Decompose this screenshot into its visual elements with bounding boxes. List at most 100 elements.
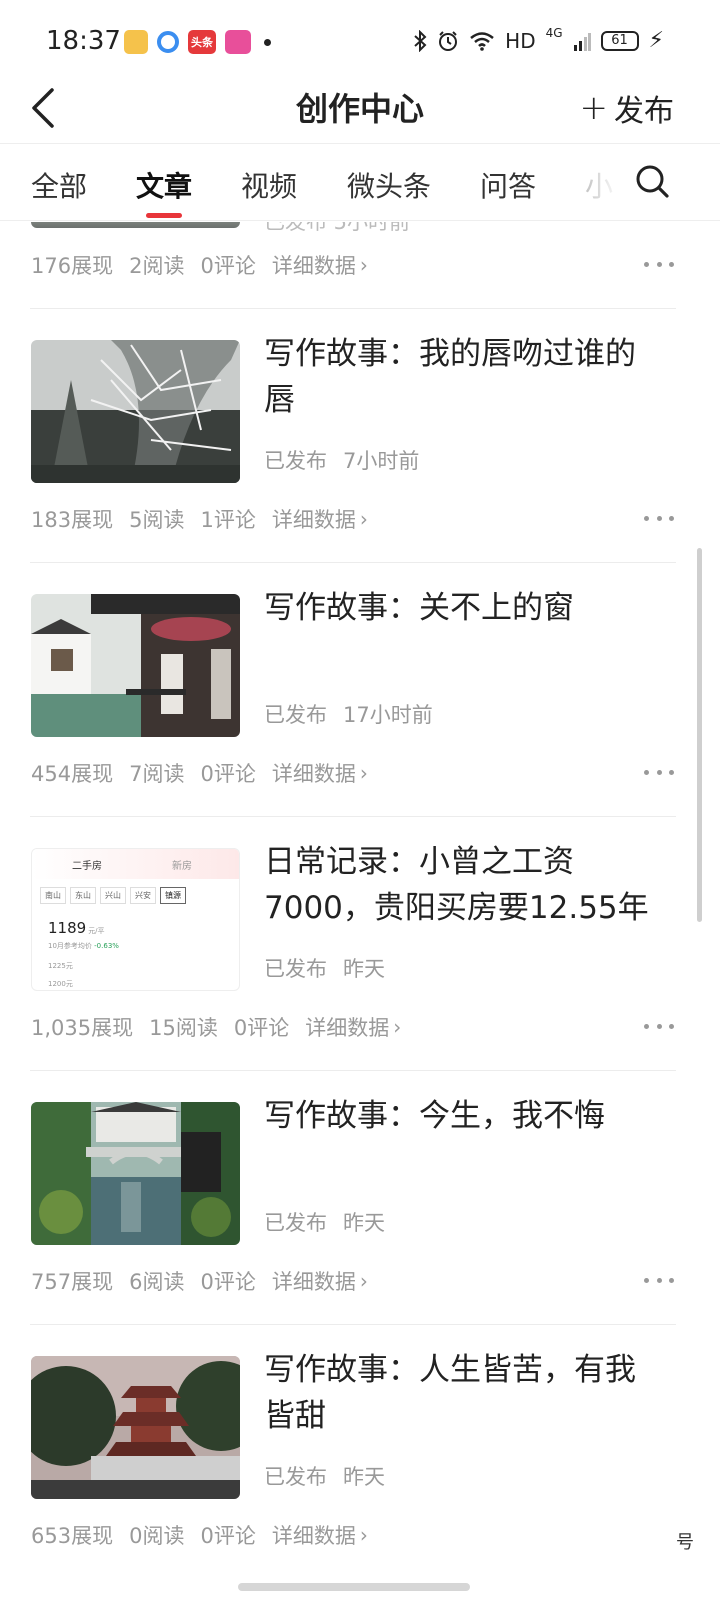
article-status: 已发布 昨天 — [264, 1461, 385, 1491]
views-count: 1,035展现 — [31, 1016, 134, 1040]
more-options-icon[interactable] — [644, 516, 674, 524]
article-status: 已发布 昨天 — [264, 1207, 385, 1237]
publish-time: 昨天 — [343, 957, 385, 981]
article-thumbnail — [31, 1356, 240, 1499]
reads-count: 2阅读 — [129, 254, 185, 278]
chevron-right-icon: › — [359, 761, 368, 785]
signal-icon — [573, 32, 591, 51]
battery-icon: 61 — [600, 30, 639, 51]
article-thumbnail — [31, 340, 240, 483]
detail-data-link[interactable]: 详细数据 › — [272, 1266, 368, 1296]
detail-data-link[interactable]: 详细数据 › — [272, 758, 368, 788]
views-count: 757展现 — [31, 1270, 114, 1294]
article-thumbnail — [31, 594, 240, 737]
snowy-trees-photo-icon — [31, 340, 240, 483]
article-stats: 176展现 2阅读 0评论 详细数据 › — [31, 250, 368, 280]
detail-data-link[interactable]: 详细数据 › — [305, 1012, 401, 1042]
status-bar: 18:37 头条 HD 4G 61 ⚡ — [0, 0, 720, 80]
toutiao-app-icon: 头条 — [188, 30, 216, 54]
article-title[interactable]: 写作故事：人生皆苦，有我皆甜 — [264, 1347, 664, 1439]
article-stats: 653展现 0阅读 0评论 详细数据 › — [31, 1520, 368, 1550]
more-options-icon[interactable] — [644, 1278, 674, 1286]
detail-data-link[interactable]: 详细数据 › — [272, 504, 368, 534]
reads-count: 7阅读 — [129, 762, 185, 786]
article-stats: 454展现 7阅读 0评论 详细数据 › — [31, 758, 368, 788]
publish-status: 已发布 — [264, 957, 327, 981]
article-status: 已发布 7小时前 — [264, 445, 419, 475]
publish-time: 昨天 — [343, 1211, 385, 1235]
views-count: 653展现 — [31, 1524, 114, 1548]
tab-qa[interactable]: 问答 — [480, 165, 536, 205]
comments-count: 0评论 — [233, 1016, 290, 1040]
publish-status: 已发布 — [264, 1465, 327, 1489]
publish-label: 发布 — [614, 94, 674, 129]
browser-app-icon — [157, 31, 179, 53]
status-time: 18:37 — [46, 26, 121, 56]
list-item[interactable]: 写作故事：我的唇吻过谁的唇 已发布 7小时前 183展现 5阅读 1评论 详细数据… — [0, 309, 720, 563]
cell-type-label: 4G — [545, 25, 563, 40]
list-item[interactable]: 写作故事：人生皆苦，有我皆甜 已发布 昨天 653展现 0阅读 0评论 详细数据 › — [0, 1325, 720, 1579]
views-count: 454展现 — [31, 762, 114, 786]
chevron-right-icon: › — [359, 507, 368, 531]
active-tab-indicator — [146, 213, 182, 218]
publish-status: 已发布 — [264, 1211, 327, 1235]
detail-data-link[interactable]: 详细数据 › — [272, 1520, 368, 1550]
article-list: 已发布 5小时前 176展现 2阅读 0评论 详细数据 › 写作故事：我的唇吻过… — [0, 222, 720, 1600]
thumb-district-chips: 南山 东山 兴山 兴安 镇源 — [40, 887, 186, 904]
more-options-icon[interactable] — [644, 262, 674, 270]
publish-button[interactable]: + 发布 — [580, 86, 675, 130]
chevron-right-icon: › — [359, 253, 368, 277]
charging-icon: ⚡ — [648, 28, 664, 53]
watermark-text: 号 — [676, 1532, 694, 1553]
reads-count: 5阅读 — [129, 508, 185, 532]
notification-dot-icon — [264, 38, 271, 46]
thumb-tab-secondhand: 二手房 — [72, 861, 102, 872]
home-indicator[interactable] — [238, 1583, 470, 1591]
article-stats: 183展现 5阅读 1评论 详细数据 › — [31, 504, 368, 534]
search-icon[interactable] — [634, 163, 670, 199]
tab-weitoutiao[interactable]: 微头条 — [347, 165, 431, 205]
more-options-icon[interactable] — [644, 770, 674, 778]
network-type-label: HD — [505, 28, 536, 53]
tab-all[interactable]: 全部 — [31, 165, 87, 205]
tab-videos[interactable]: 视频 — [241, 165, 297, 205]
water-town-canal-photo-icon — [31, 1102, 240, 1245]
chevron-right-icon: › — [393, 1015, 402, 1039]
publish-status: 已发布 — [264, 449, 327, 473]
detail-data-link[interactable]: 详细数据 › — [272, 250, 368, 280]
tab-articles[interactable]: 文章 — [136, 165, 192, 205]
comments-count: 0评论 — [200, 762, 256, 786]
tab-fade — [580, 145, 620, 220]
list-item[interactable]: 写作故事：今生，我不悔 已发布 昨天 757展现 6阅读 0评论 详细数据 › — [0, 1071, 720, 1325]
list-item[interactable]: 二手房 新房 南山 东山 兴山 兴安 镇源 1189 元/平 10月参考均价 -0… — [0, 817, 720, 1071]
publish-status: 已发布 — [264, 703, 327, 727]
article-title[interactable]: 日常记录：小曾之工资7000，贵阳买房要12.55年 — [264, 839, 664, 931]
more-options-icon[interactable] — [644, 1024, 674, 1032]
chevron-right-icon: › — [359, 1523, 368, 1547]
article-thumbnail: 二手房 新房 南山 东山 兴山 兴安 镇源 1189 元/平 10月参考均价 -0… — [31, 848, 240, 991]
article-title[interactable]: 写作故事：今生，我不悔 — [264, 1093, 664, 1139]
app-header: 创作中心 + 发布 — [0, 80, 720, 144]
wifi-icon — [470, 31, 494, 51]
bluetooth-icon — [414, 29, 427, 52]
article-stats: 1,035展现 15阅读 0评论 详细数据 › — [31, 1012, 401, 1042]
publish-time: 昨天 — [343, 1465, 385, 1489]
comments-count: 1评论 — [200, 508, 256, 532]
list-item[interactable]: 已发布 5小时前 176展现 2阅读 0评论 详细数据 › — [0, 222, 720, 309]
views-count: 183展现 — [31, 508, 114, 532]
plus-icon: + — [579, 88, 609, 128]
status-app-icons: 头条 — [124, 30, 271, 54]
article-title[interactable]: 写作故事：关不上的窗 — [264, 585, 664, 631]
list-item[interactable]: 写作故事：关不上的窗 已发布 17小时前 454展现 7阅读 0评论 详细数据 › — [0, 563, 720, 817]
article-status: 已发布 17小时前 — [264, 699, 433, 729]
alarm-icon — [439, 30, 458, 51]
article-title[interactable]: 写作故事：我的唇吻过谁的唇 — [264, 331, 664, 423]
comments-count: 0评论 — [200, 1270, 256, 1294]
views-count: 176展现 — [31, 254, 114, 278]
scrollbar[interactable] — [697, 548, 702, 922]
chevron-right-icon: › — [359, 1269, 368, 1293]
comments-count: 0评论 — [200, 1524, 256, 1548]
publish-time: 17小时前 — [343, 703, 433, 727]
publish-time: 7小时前 — [343, 449, 420, 473]
status-indicators: HD 4G 61 ⚡ — [413, 25, 664, 53]
